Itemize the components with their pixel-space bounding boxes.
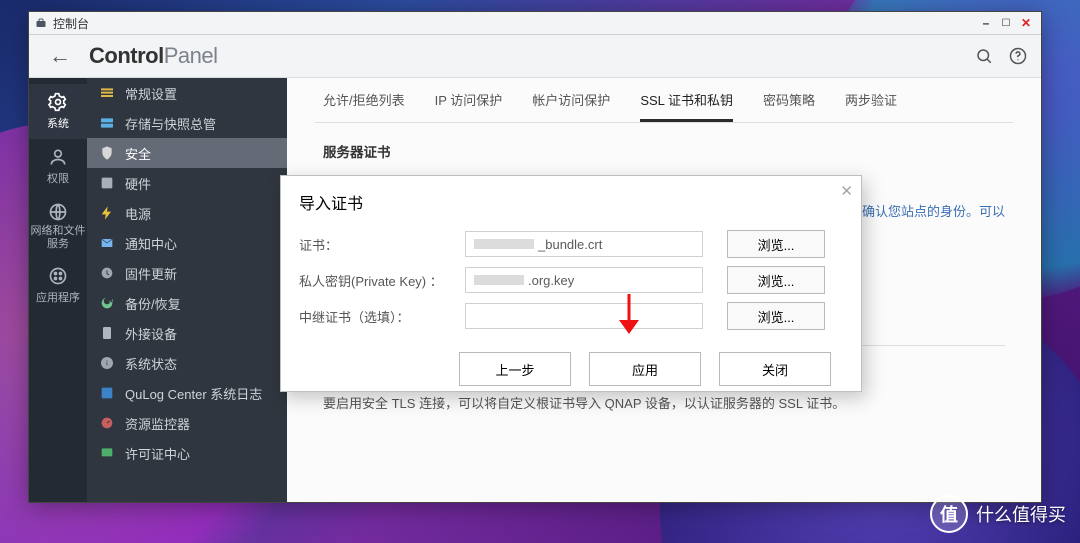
watermark: 值 什么值得买 xyxy=(930,495,1066,533)
help-icon[interactable] xyxy=(1009,47,1027,65)
tab-ssl[interactable]: SSL 证书和私钥 xyxy=(640,90,733,122)
rail-item-network[interactable]: 网络和文件服务 xyxy=(29,194,87,258)
page-title: ControlPanel xyxy=(89,43,217,69)
back-arrow-icon[interactable]: ← xyxy=(49,43,71,69)
close-button[interactable]: 关闭 xyxy=(719,352,831,386)
sidenav-item-general[interactable]: 常规设置 xyxy=(87,78,287,108)
sidenav-item-backup[interactable]: 备份/恢复 xyxy=(87,288,287,318)
input-key[interactable]: .org.key xyxy=(465,267,703,293)
label-intermediate: 中继证书（选填）： xyxy=(299,307,459,326)
window-title: 控制台 xyxy=(53,15,89,32)
tabs: 允许/拒绝列表 IP 访问保护 帐户访问保护 SSL 证书和私钥 密码策略 两步… xyxy=(287,78,1041,122)
sidenav-item-security[interactable]: 安全 xyxy=(87,138,287,168)
sidenav-item-power[interactable]: 电源 xyxy=(87,198,287,228)
sidenav-item-status[interactable]: i系统状态 xyxy=(87,348,287,378)
rail-item-permissions[interactable]: 权限 xyxy=(29,139,87,194)
close-window-button[interactable] xyxy=(1017,15,1035,31)
sidenav-item-hardware[interactable]: 硬件 xyxy=(87,168,287,198)
titlebar: 控制台 xyxy=(29,12,1041,35)
maximize-button[interactable] xyxy=(997,15,1015,31)
browse-intermediate-button[interactable]: 浏览... xyxy=(727,302,825,330)
rail-item-apps[interactable]: 应用程序 xyxy=(29,258,87,313)
watermark-glyph: 值 xyxy=(930,495,968,533)
tab-password-policy[interactable]: 密码策略 xyxy=(763,90,815,122)
tab-allow-deny[interactable]: 允许/拒绝列表 xyxy=(323,90,405,122)
apply-button[interactable]: 应用 xyxy=(589,352,701,386)
label-key: 私人密钥(Private Key) ： xyxy=(299,271,459,290)
sidenav-item-qulog[interactable]: QuLog Center 系统日志 xyxy=(87,378,287,408)
row-key: 私人密钥(Private Key) ： .org.key 浏览... xyxy=(281,262,861,298)
tab-2fa[interactable]: 两步验证 xyxy=(845,90,897,122)
sidenav-item-external[interactable]: 外接设备 xyxy=(87,318,287,348)
header: ← ControlPanel xyxy=(29,35,1041,78)
tab-account-protect[interactable]: 帐户访问保护 xyxy=(532,90,610,122)
minimize-button[interactable] xyxy=(977,15,995,31)
root-cert-desc: 要启用安全 TLS 连接，可以将自定义根证书导入 QNAP 设备，以认证服务器的… xyxy=(323,392,1005,415)
row-cert: 证书： _bundle.crt 浏览... xyxy=(281,226,861,262)
sidenav-item-monitor[interactable]: 资源监控器 xyxy=(87,408,287,438)
modal-close-icon[interactable]: ✕ xyxy=(840,182,853,200)
sidenav-item-license[interactable]: 许可证中心 xyxy=(87,438,287,468)
prev-button[interactable]: 上一步 xyxy=(459,352,571,386)
rail: 系统 权限 网络和文件服务 应用程序 xyxy=(29,78,87,502)
watermark-text: 什么值得买 xyxy=(976,501,1066,527)
input-intermediate[interactable] xyxy=(465,303,703,329)
row-intermediate: 中继证书（选填）： 浏览... xyxy=(281,298,861,334)
label-cert: 证书： xyxy=(299,235,459,254)
sidenav-item-notification[interactable]: 通知中心 xyxy=(87,228,287,258)
toolbox-icon xyxy=(35,17,47,29)
rail-item-system[interactable]: 系统 xyxy=(29,84,87,139)
sidenav: 常规设置 存储与快照总管 安全 硬件 电源 通知中心 固件更新 备份/恢复 外接… xyxy=(87,78,287,502)
server-cert-heading: 服务器证书 xyxy=(323,141,1005,161)
modal-title: 导入证书 xyxy=(299,190,843,214)
tab-ip-protect[interactable]: IP 访问保护 xyxy=(435,90,503,122)
sidenav-item-firmware[interactable]: 固件更新 xyxy=(87,258,287,288)
import-cert-modal: ✕ 导入证书 证书： _bundle.crt 浏览... 私人密钥(Privat… xyxy=(280,175,862,392)
browse-key-button[interactable]: 浏览... xyxy=(727,266,825,294)
browse-cert-button[interactable]: 浏览... xyxy=(727,230,825,258)
sidenav-item-storage[interactable]: 存储与快照总管 xyxy=(87,108,287,138)
search-icon[interactable] xyxy=(975,47,993,65)
input-cert[interactable]: _bundle.crt xyxy=(465,231,703,257)
